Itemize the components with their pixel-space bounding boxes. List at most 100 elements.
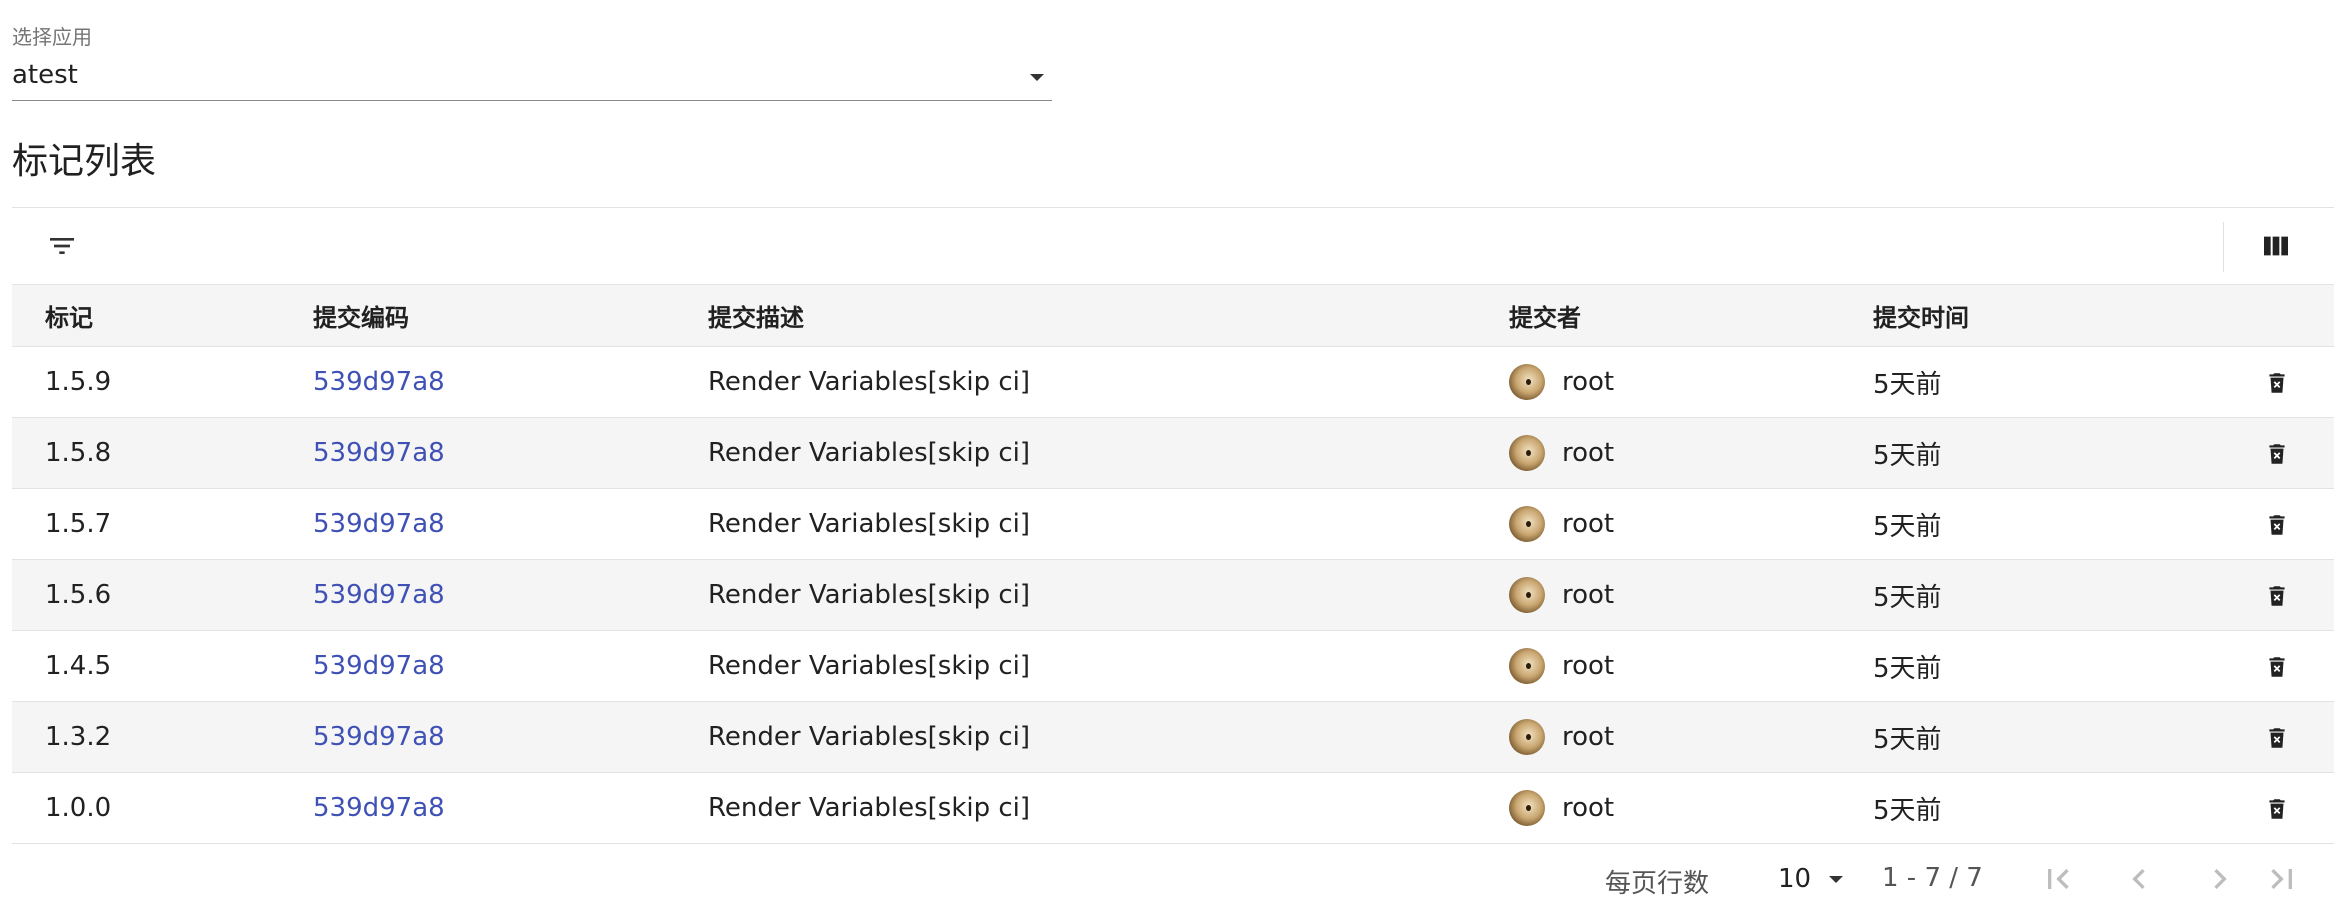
time-cell: 5天前 (1873, 701, 2173, 773)
filter-icon[interactable] (46, 230, 78, 262)
view-column-icon[interactable] (2260, 230, 2292, 262)
table-row: 1.5.9 539d97a8 Render Variables[skip ci]… (12, 346, 2334, 418)
avatar (1509, 577, 1545, 613)
author-name: root (1562, 438, 1615, 468)
commit-cell: 539d97a8 (313, 417, 708, 489)
table-row: 1.4.5 539d97a8 Render Variables[skip ci]… (12, 630, 2334, 702)
header-tag[interactable]: 标记 (12, 284, 313, 347)
author-cell: root (1509, 346, 1873, 418)
actions-cell (2173, 701, 2334, 773)
commit-cell: 539d97a8 (313, 346, 708, 418)
table-toolbar (12, 207, 2334, 284)
pagination: 每页行数 10 1 - 7 / 7 (0, 855, 2336, 905)
description-cell: Render Variables[skip ci] (708, 772, 1509, 844)
delete-icon[interactable] (2264, 796, 2290, 822)
author-name: root (1562, 367, 1615, 397)
description-cell: Render Variables[skip ci] (708, 346, 1509, 418)
header-commit-description[interactable]: 提交描述 (708, 284, 1509, 347)
avatar (1509, 790, 1545, 826)
avatar (1509, 648, 1545, 684)
app-select-dropdown[interactable]: atest (12, 50, 1052, 101)
commit-link[interactable]: 539d97a8 (313, 438, 445, 468)
rows-per-page-select[interactable]: 10 (1778, 859, 1844, 899)
app-select: 选择应用 atest (12, 24, 1052, 101)
tags-table: 标记 提交编码 提交描述 提交者 提交时间 1.5.9 539d97a8 Ren… (12, 284, 2334, 844)
table-header-row: 标记 提交编码 提交描述 提交者 提交时间 (12, 284, 2334, 347)
time-cell: 5天前 (1873, 488, 2173, 560)
table-body: 1.5.9 539d97a8 Render Variables[skip ci]… (12, 346, 2334, 844)
delete-icon[interactable] (2264, 725, 2290, 751)
description-cell: Render Variables[skip ci] (708, 488, 1509, 560)
avatar (1509, 506, 1545, 542)
commit-link[interactable]: 539d97a8 (313, 722, 445, 752)
last-page-icon[interactable] (2262, 859, 2302, 899)
delete-icon[interactable] (2264, 583, 2290, 609)
table-row: 1.5.6 539d97a8 Render Variables[skip ci]… (12, 559, 2334, 631)
table-row: 1.3.2 539d97a8 Render Variables[skip ci]… (12, 701, 2334, 773)
delete-icon[interactable] (2264, 370, 2290, 396)
author-cell: root (1509, 488, 1873, 560)
tag-cell: 1.4.5 (12, 630, 313, 702)
commit-cell: 539d97a8 (313, 630, 708, 702)
actions-cell (2173, 488, 2334, 560)
author-cell: root (1509, 701, 1873, 773)
author-cell: root (1509, 630, 1873, 702)
commit-cell: 539d97a8 (313, 772, 708, 844)
commit-link[interactable]: 539d97a8 (313, 793, 445, 823)
description-cell: Render Variables[skip ci] (708, 417, 1509, 489)
tags-table-card: 标记 提交编码 提交描述 提交者 提交时间 1.5.9 539d97a8 Ren… (12, 207, 2334, 844)
time-cell: 5天前 (1873, 559, 2173, 631)
author-name: root (1562, 580, 1615, 610)
time-cell: 5天前 (1873, 772, 2173, 844)
header-commit-code[interactable]: 提交编码 (313, 284, 708, 347)
commit-link[interactable]: 539d97a8 (313, 509, 445, 539)
tag-cell: 1.5.8 (12, 417, 313, 489)
description-cell: Render Variables[skip ci] (708, 701, 1509, 773)
dropdown-arrow-icon (1829, 875, 1844, 883)
header-author[interactable]: 提交者 (1509, 284, 1873, 347)
chevron-right-icon[interactable] (2200, 859, 2240, 899)
commit-link[interactable]: 539d97a8 (313, 651, 445, 681)
actions-cell (2173, 559, 2334, 631)
app-select-value: atest (12, 60, 78, 90)
table-row: 1.5.7 539d97a8 Render Variables[skip ci]… (12, 488, 2334, 560)
page-range: 1 - 7 / 7 (1882, 863, 1983, 893)
tag-cell: 1.3.2 (12, 701, 313, 773)
actions-cell (2173, 417, 2334, 489)
table-row: 1.0.0 539d97a8 Render Variables[skip ci]… (12, 772, 2334, 844)
delete-icon[interactable] (2264, 654, 2290, 680)
author-name: root (1562, 509, 1615, 539)
table-row: 1.5.8 539d97a8 Render Variables[skip ci]… (12, 417, 2334, 489)
time-cell: 5天前 (1873, 630, 2173, 702)
header-commit-time[interactable]: 提交时间 (1873, 284, 2173, 347)
avatar (1509, 719, 1545, 755)
dropdown-arrow-icon (1030, 74, 1044, 81)
commit-link[interactable]: 539d97a8 (313, 580, 445, 610)
author-cell: root (1509, 559, 1873, 631)
delete-icon[interactable] (2264, 441, 2290, 467)
avatar (1509, 364, 1545, 400)
app-root: 选择应用 atest 标记列表 标记 提交编码 提交描述 提交者 提交时间 1.… (0, 0, 2336, 922)
commit-link[interactable]: 539d97a8 (313, 367, 445, 397)
author-cell: root (1509, 772, 1873, 844)
page-title: 标记列表 (12, 141, 157, 182)
rows-per-page-label: 每页行数 (1605, 869, 1710, 899)
actions-cell (2173, 630, 2334, 702)
author-cell: root (1509, 417, 1873, 489)
tag-cell: 1.5.9 (12, 346, 313, 418)
chevron-left-icon[interactable] (2119, 859, 2159, 899)
header-actions (2173, 284, 2334, 347)
delete-icon[interactable] (2264, 512, 2290, 538)
author-name: root (1562, 722, 1615, 752)
app-select-label: 选择应用 (12, 25, 92, 49)
author-name: root (1562, 793, 1615, 823)
description-cell: Render Variables[skip ci] (708, 559, 1509, 631)
description-cell: Render Variables[skip ci] (708, 630, 1509, 702)
time-cell: 5天前 (1873, 417, 2173, 489)
rows-per-page-value: 10 (1778, 864, 1812, 894)
tag-cell: 1.0.0 (12, 772, 313, 844)
actions-cell (2173, 772, 2334, 844)
actions-cell (2173, 346, 2334, 418)
tag-cell: 1.5.6 (12, 559, 313, 631)
first-page-icon[interactable] (2038, 859, 2078, 899)
